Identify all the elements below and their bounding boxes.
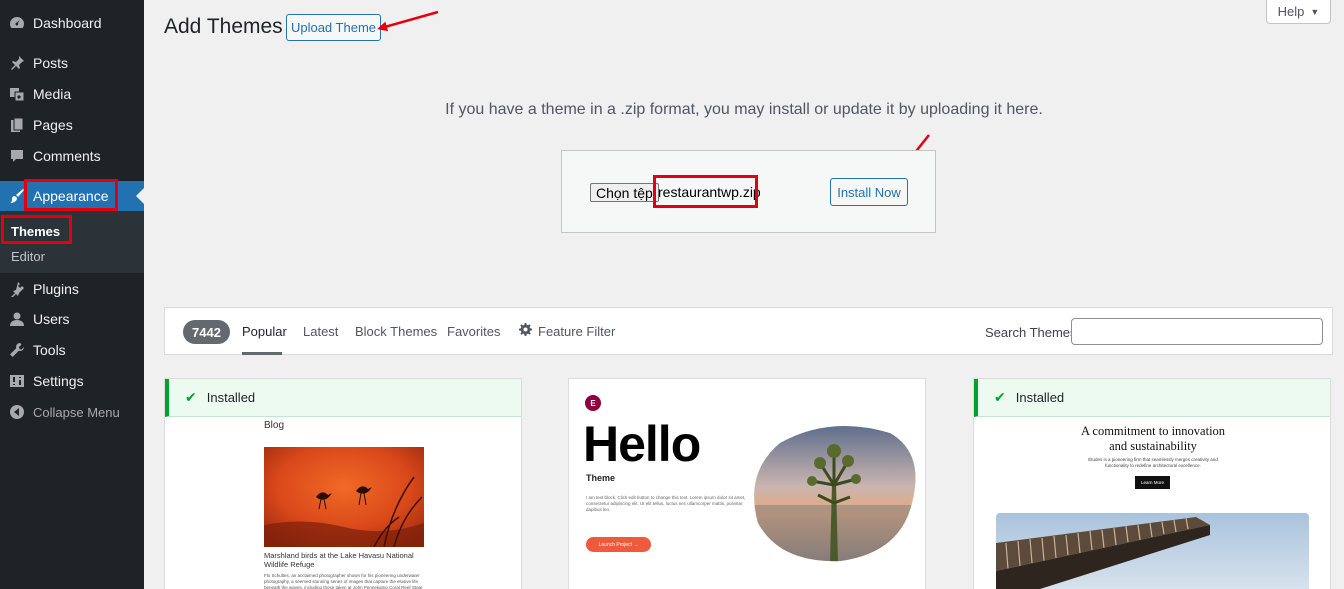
tab-favorites[interactable]: Favorites: [447, 324, 500, 339]
sidebar-item-users[interactable]: Users: [0, 304, 144, 334]
feature-filter-label: Feature Filter: [538, 323, 616, 339]
preview-heading-line: A commitment to innovation: [1080, 424, 1226, 438]
annotation-arrow-upload: [377, 10, 439, 32]
sidebar-item-label: Settings: [33, 373, 84, 389]
installed-notice: ✔ Installed: [165, 379, 521, 417]
admin-sidebar: Dashboard Posts Media Pages Comments App…: [0, 0, 144, 589]
theme-count-badge: 7442: [183, 320, 230, 344]
preview-learn-more-button: Learn More: [1135, 476, 1170, 489]
preview-heading: Blog: [264, 420, 285, 431]
collapse-icon: [8, 403, 26, 421]
active-tab-indicator: [242, 352, 282, 355]
sidebar-item-media[interactable]: Media: [0, 79, 144, 109]
preview-heading: A commitment to innovation and sustainab…: [974, 417, 1330, 454]
preview-caption: Marshland birds at the Lake Havasu Natio…: [264, 551, 414, 569]
installed-label: Installed: [1015, 390, 1065, 405]
upload-theme-button[interactable]: Upload Theme: [286, 14, 381, 41]
comment-icon: [8, 147, 26, 165]
upload-description: If you have a theme in a .zip format, yo…: [445, 101, 1043, 118]
appearance-submenu: Themes Editor: [0, 211, 144, 273]
help-label: Help: [1277, 4, 1305, 19]
sidebar-item-tools[interactable]: Tools: [0, 335, 144, 365]
user-icon: [8, 310, 26, 328]
preview-architecture-photo: [996, 513, 1309, 589]
dashboard-icon: [8, 14, 26, 32]
help-button[interactable]: Help ▼: [1266, 0, 1331, 24]
sidebar-item-label: Pages: [33, 117, 73, 133]
theme-card[interactable]: ✔ Installed A commitment to innovation a…: [973, 378, 1331, 589]
choose-file-button[interactable]: Chọn tệp: [590, 183, 659, 202]
settings-icon: [8, 372, 26, 390]
sidebar-item-label: Tools: [33, 342, 66, 358]
upload-form: Chọn tệp restaurantwp.zip Install Now: [561, 150, 936, 233]
sidebar-item-dashboard[interactable]: Dashboard: [0, 8, 144, 38]
installed-notice: ✔ Installed: [974, 379, 1330, 417]
media-icon: [8, 85, 26, 103]
sidebar-item-label: Users: [33, 311, 70, 327]
search-themes-input[interactable]: [1071, 318, 1323, 345]
preview-body: Flo Schultes, an acclaimed photographer …: [264, 573, 423, 589]
submenu-item-themes[interactable]: Themes: [11, 224, 60, 239]
wrench-icon: [8, 341, 26, 359]
collapse-menu-button[interactable]: Collapse Menu: [0, 397, 144, 427]
preview-body: I am text block. Click edit button to ch…: [586, 495, 746, 512]
pin-icon: [8, 54, 26, 72]
checkmark-icon: ✔: [185, 389, 197, 405]
install-now-button[interactable]: Install Now: [830, 178, 908, 206]
preview-launch-button: Launch Project →: [586, 537, 651, 552]
search-themes-label: Search Themes: [985, 325, 1077, 340]
pages-icon: [8, 116, 26, 134]
installed-label: Installed: [206, 390, 256, 405]
preview-body: Études is a pioneering firm that seamles…: [1088, 457, 1218, 468]
sidebar-item-pages[interactable]: Pages: [0, 110, 144, 140]
tab-block-themes[interactable]: Block Themes: [355, 324, 437, 339]
checkmark-icon: ✔: [994, 389, 1006, 405]
tab-latest[interactable]: Latest: [303, 324, 338, 339]
sidebar-item-comments[interactable]: Comments: [0, 141, 144, 171]
preview-cactus-photo: [750, 423, 918, 563]
sidebar-item-label: Plugins: [33, 281, 79, 297]
theme-filter-bar: 7442 Popular Latest Block Themes Favorit…: [164, 307, 1333, 355]
sidebar-item-label: Appearance: [33, 188, 109, 204]
submenu-item-editor[interactable]: Editor: [11, 249, 45, 264]
sidebar-item-label: Collapse Menu: [33, 404, 120, 420]
sidebar-item-appearance[interactable]: Appearance: [0, 181, 144, 211]
selected-file-name: restaurantwp.zip: [658, 184, 761, 200]
sidebar-item-plugins[interactable]: Plugins: [0, 274, 144, 304]
sidebar-item-label: Comments: [33, 148, 101, 164]
caret-down-icon: ▼: [1310, 6, 1320, 17]
brush-icon: [8, 187, 26, 205]
sidebar-item-settings[interactable]: Settings: [0, 366, 144, 396]
sidebar-item-label: Media: [33, 86, 72, 102]
preview-subheading: Theme: [586, 473, 616, 483]
elementor-logo-icon: E: [585, 395, 601, 411]
sidebar-item-posts[interactable]: Posts: [0, 48, 144, 78]
tab-popular[interactable]: Popular: [242, 324, 287, 339]
preview-heading-line: and sustainability: [1109, 439, 1197, 453]
theme-card[interactable]: ✔ Installed Blog Marshland birds at the …: [164, 378, 522, 589]
page-title: Add Themes: [164, 15, 283, 38]
sidebar-item-label: Dashboard: [33, 15, 102, 31]
sidebar-item-label: Posts: [33, 55, 69, 71]
preview-photo: [264, 447, 424, 547]
theme-card[interactable]: E Hello Theme I am text block. Click edi…: [568, 378, 926, 589]
feature-filter-button[interactable]: Feature Filter: [519, 323, 615, 339]
gear-icon: [519, 323, 532, 339]
plugin-icon: [8, 280, 26, 298]
preview-heading: Hello: [583, 416, 701, 472]
